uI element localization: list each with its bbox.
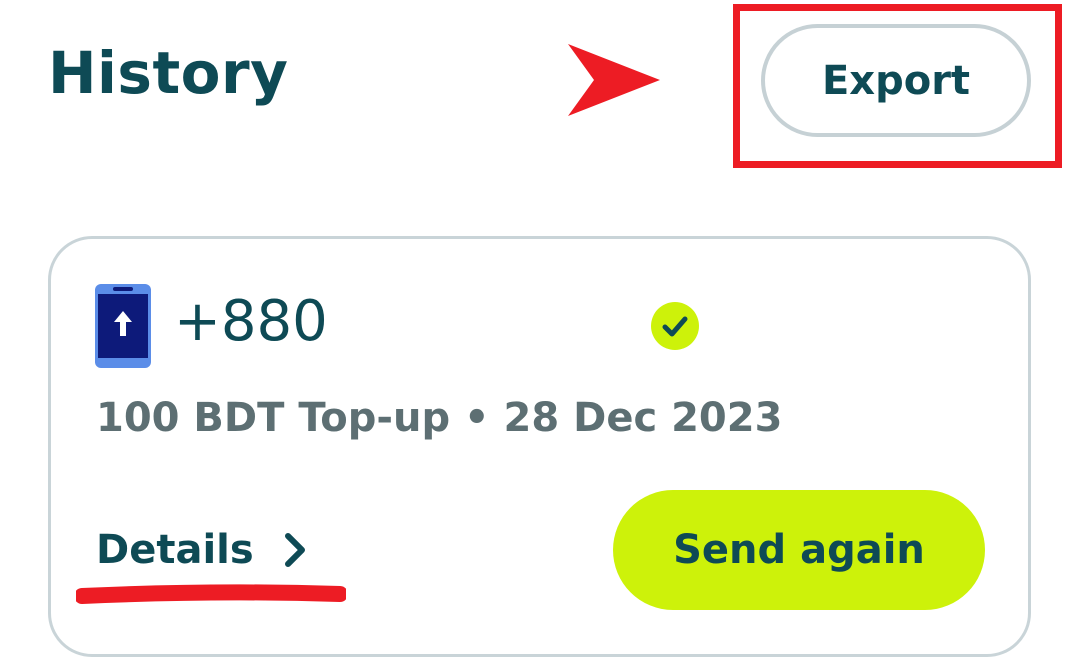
annotation-arrow-icon [568,44,660,116]
export-button[interactable]: Export [761,24,1031,137]
annotation-underline [76,584,346,604]
check-circle-icon [651,302,699,350]
details-label: Details [96,527,254,573]
mobile-topup-icon [95,284,151,368]
transaction-summary: 100 BDT Top-up • 28 Dec 2023 [96,395,783,441]
page-title: History [48,39,289,107]
details-link[interactable]: Details [96,530,306,570]
send-again-button[interactable]: Send again [613,490,985,610]
chevron-right-icon [284,533,305,567]
redaction-mask [333,282,631,368]
